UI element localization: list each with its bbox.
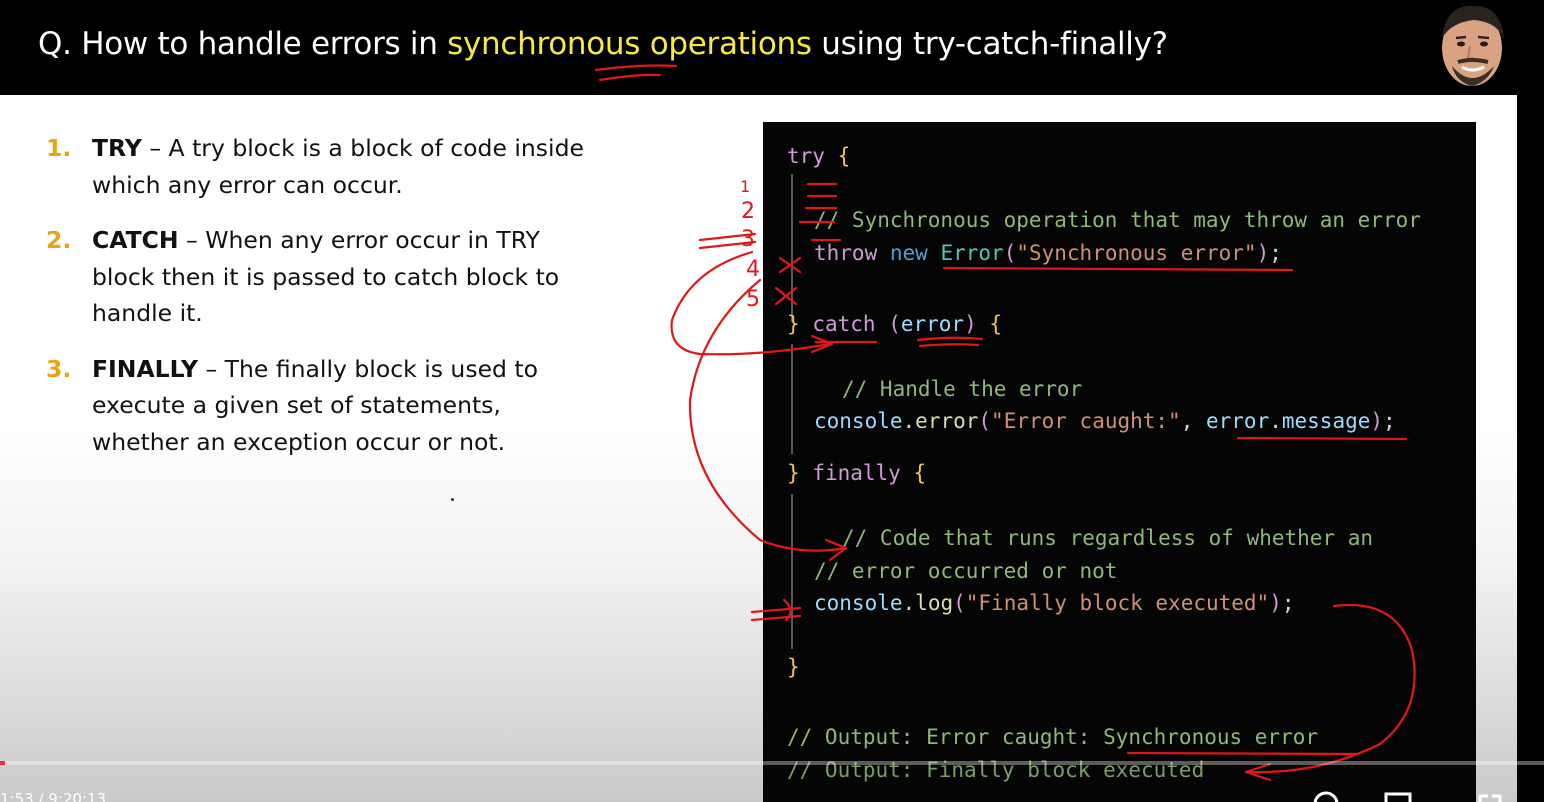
fullscreen-icon[interactable] xyxy=(1476,790,1504,802)
catch-param: error xyxy=(900,312,965,336)
code-line-finally: } finally { xyxy=(787,461,926,485)
annotation-step-number: 4 xyxy=(746,257,760,282)
brace: } xyxy=(787,461,800,485)
list-item: 2. CATCH – When any error occur in TRY b… xyxy=(46,222,586,332)
error-string: "Synchronous error" xyxy=(1016,241,1257,265)
annotation-arrow xyxy=(698,240,757,250)
miniplayer-icon[interactable] xyxy=(1384,790,1412,802)
try-keyword: try xyxy=(787,144,825,168)
title-suffix: using try-catch-finally? xyxy=(811,26,1168,62)
error-class: Error xyxy=(940,241,1004,265)
video-progress-bar[interactable] xyxy=(0,761,1544,765)
finally-string: "Finally block executed" xyxy=(965,591,1270,615)
settings-icon[interactable] xyxy=(1312,790,1340,802)
list-item: 3. FINALLY – The finally block is used t… xyxy=(46,351,586,461)
right-edge xyxy=(1517,95,1544,802)
concept-list: 1. TRY – A try block is a block of code … xyxy=(46,130,586,479)
code-line-comment-handle: // Handle the error xyxy=(842,377,1082,401)
code-comment: // error occurred or not xyxy=(814,559,1118,583)
indent-guide xyxy=(791,344,793,454)
code-line-output-1: // Output: Error caught: Synchronous err… xyxy=(787,725,1318,749)
catch-keyword: catch xyxy=(812,312,876,336)
title-prefix: Q. How to handle errors in xyxy=(38,26,448,62)
brace: } xyxy=(787,655,800,679)
list-item-term: CATCH xyxy=(92,226,179,254)
brace: } xyxy=(787,312,800,336)
code-panel: try { // Synchronous operation that may … xyxy=(763,122,1476,802)
list-item-number: 1. xyxy=(46,134,72,162)
annotation-step-number: 2 xyxy=(741,199,755,224)
code-comment: // Handle the error xyxy=(842,377,1083,401)
code-comment: // Synchronous operation that may throw … xyxy=(814,208,1421,232)
avatar-icon xyxy=(1428,0,1516,92)
video-frame: Q. How to handle errors in synchronous o… xyxy=(0,0,1544,802)
presenter-avatar xyxy=(1428,0,1516,92)
stray-dot xyxy=(451,498,454,501)
annotation-arrow xyxy=(698,232,757,242)
code-line-console-log: console.log("Finally block executed"); xyxy=(814,591,1295,615)
code-line-close: } xyxy=(787,655,800,679)
new-keyword: new xyxy=(889,241,928,265)
brace: { xyxy=(837,144,851,168)
log-function: log xyxy=(915,591,954,615)
list-item-term: TRY xyxy=(92,134,142,162)
brace: { xyxy=(989,312,1003,336)
annotation-step-number: 1 xyxy=(740,177,750,196)
caught-string: "Error caught:" xyxy=(991,409,1181,433)
throw-keyword: throw xyxy=(814,241,878,265)
indent-guide xyxy=(791,174,793,322)
list-item-number: 3. xyxy=(46,354,72,383)
error-object: error xyxy=(1206,409,1270,433)
code-line-console-error: console.error("Error caught:", error.mes… xyxy=(814,409,1396,433)
code-line-comment-runs-1: // Code that runs regardless of whether … xyxy=(842,526,1373,550)
list-item-text: – A try block is a block of code inside … xyxy=(92,134,584,199)
console-object: console xyxy=(814,409,903,433)
message-property: message xyxy=(1281,409,1371,433)
code-line-try: try { xyxy=(787,144,850,168)
list-item-number: 2. xyxy=(46,226,72,254)
code-line-comment-sync: // Synchronous operation that may throw … xyxy=(814,208,1421,232)
code-line-throw: throw new Error("Synchronous error"); xyxy=(814,241,1282,265)
annotation-step-number: 3 xyxy=(741,227,755,252)
list-item-term: FINALLY xyxy=(92,354,198,383)
code-line-catch: } catch (error) { xyxy=(787,312,1003,336)
error-function: error xyxy=(915,409,979,433)
slide-title: Q. How to handle errors in synchronous o… xyxy=(38,26,1168,62)
title-highlight: synchronous operations xyxy=(447,26,812,62)
title-bar: Q. How to handle errors in synchronous o… xyxy=(0,0,1544,95)
output-comment: // Output: Error caught: Synchronous err… xyxy=(787,725,1319,749)
console-object: console xyxy=(814,591,903,615)
list-item: 1. TRY – A try block is a block of code … xyxy=(46,130,586,203)
code-comment: // Code that runs regardless of whether … xyxy=(842,526,1374,550)
indent-guide xyxy=(791,494,793,649)
annotation-step-number: 5 xyxy=(746,287,760,312)
finally-keyword: finally xyxy=(812,461,901,485)
time-readout: 1:53 / 9:20:13 xyxy=(0,790,107,802)
code-line-comment-runs-2: // error occurred or not xyxy=(814,559,1117,583)
brace: { xyxy=(913,461,927,485)
video-progress-fill xyxy=(0,761,6,765)
